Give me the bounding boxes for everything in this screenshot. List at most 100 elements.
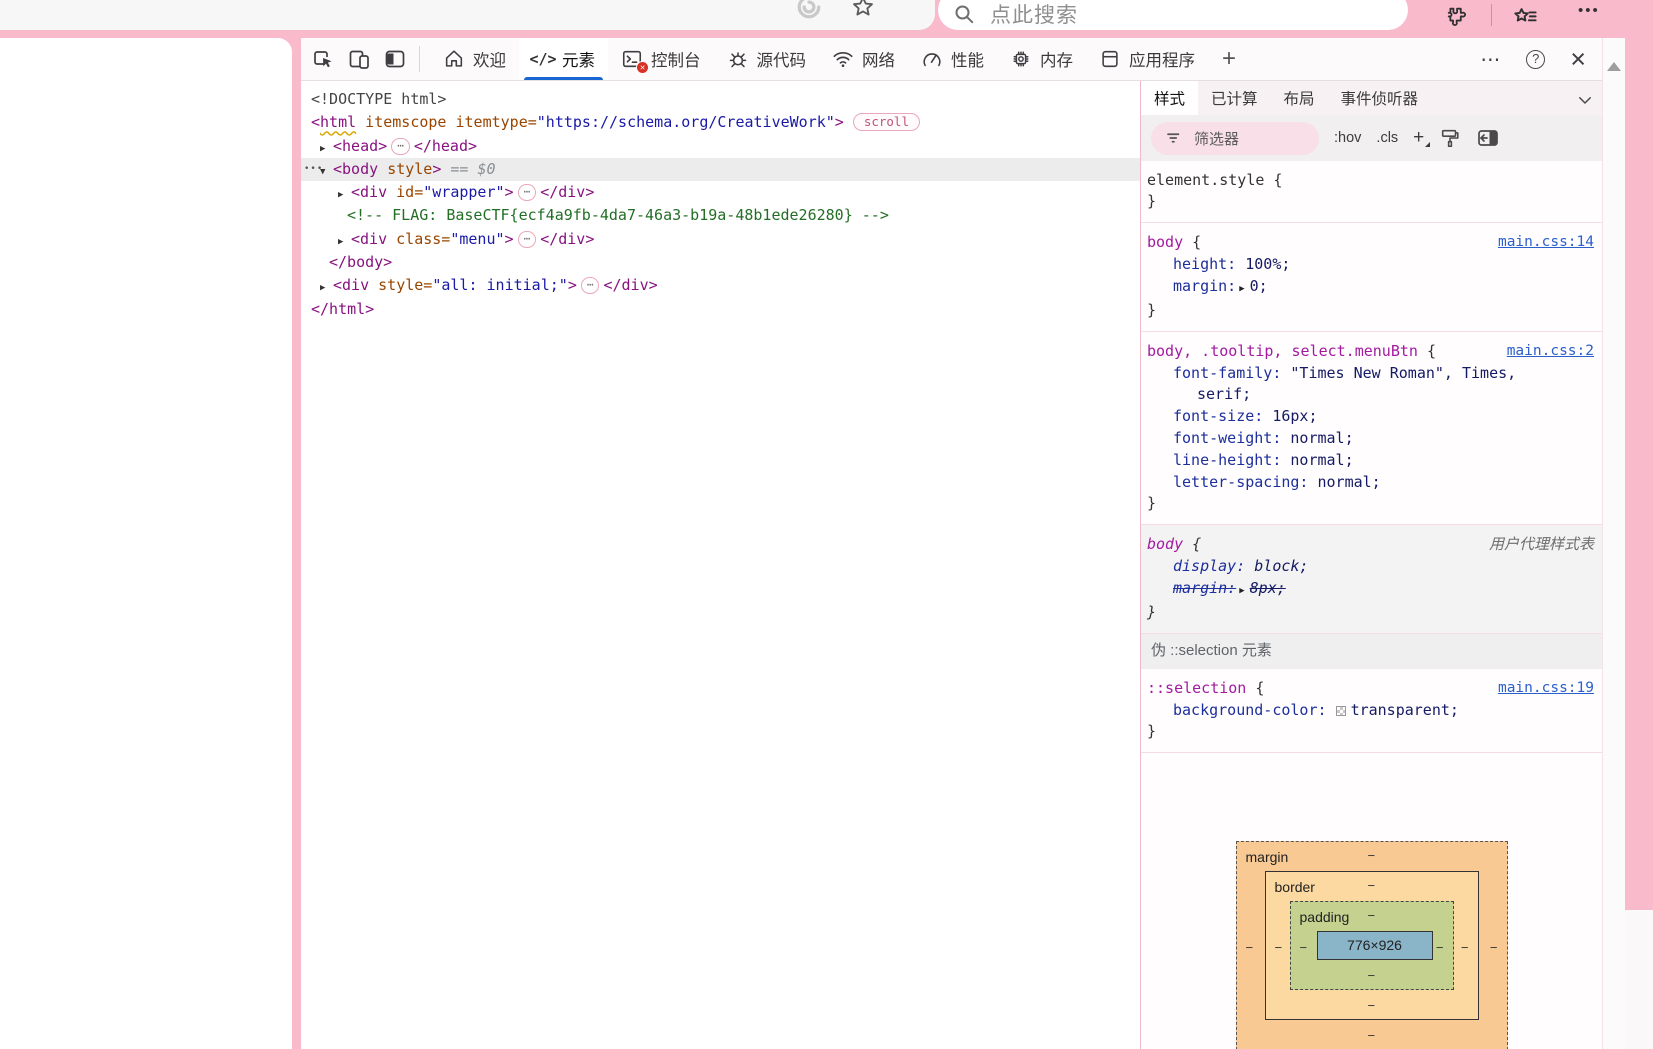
css-rule[interactable]: main.css:2 body, .tooltip, select.menuBtn… [1141,332,1602,525]
devtools-help-icon[interactable]: ? [1526,50,1545,69]
devtools-tab-memory[interactable]: 内存 [997,38,1086,80]
favorite-star-icon[interactable] [850,0,876,20]
padding-left-value[interactable]: − [1300,937,1308,958]
expand-inline-ellipsis[interactable]: ⋯ [581,277,600,294]
dom-node[interactable]: ▶<div class="menu">⋯</div> [301,228,1140,251]
dom-node[interactable]: ▶<head>⋯</head> [301,135,1140,158]
rendering-brush-icon[interactable] [1439,127,1461,149]
css-property[interactable]: margin:▶8px; [1147,578,1519,602]
dom-node-selected[interactable]: •••▼<body style> == $0 [301,158,1140,181]
address-bar[interactable] [0,0,935,30]
inspect-element-icon[interactable] [309,46,336,73]
toggle-class-button[interactable]: .cls [1376,130,1398,146]
extensions-puzzle-icon[interactable] [1441,4,1466,29]
devtools-tab-welcome[interactable]: 欢迎 [430,38,519,80]
stylesheet-link[interactable]: main.css:14 [1498,232,1594,253]
dom-node[interactable]: ▶<div style="all: initial;">⋯</div> [301,274,1140,297]
border-bottom-value[interactable]: − [1368,995,1376,1016]
css-property[interactable]: font-size: 16px; [1147,406,1519,427]
expand-inline-ellipsis[interactable]: ⋯ [518,184,537,201]
search-box[interactable]: 点此搜索 [938,0,1408,30]
padding-right-value[interactable]: − [1436,937,1444,958]
expand-inline-ellipsis[interactable]: ⋯ [518,231,537,248]
padding-top-value[interactable]: − [1368,905,1376,926]
box-model-margin[interactable]: margin − − − − border − − − − [1236,841,1508,1049]
scroll-up-arrow-icon[interactable] [1607,62,1621,71]
devtools-tab-network[interactable]: 网络 [819,38,908,80]
dom-node[interactable]: <html itemscope itemtype="https://schema… [301,111,1140,134]
css-rule[interactable]: main.css:14body {height: 100%;margin:▶0;… [1141,223,1602,332]
css-rule[interactable]: element.style {} [1141,161,1602,223]
css-property[interactable]: margin:▶0; [1147,276,1519,300]
box-model-content-size[interactable]: 776×926 [1317,931,1433,960]
css-property[interactable]: line-height: normal; [1147,450,1519,471]
css-property[interactable]: font-family: "Times New Roman", Times, s… [1147,363,1519,405]
dock-elements-icon[interactable] [1476,126,1500,150]
css-property[interactable]: height: 100%; [1147,254,1519,275]
margin-top-value[interactable]: − [1368,845,1376,866]
stylesheet-link[interactable]: main.css:2 [1507,341,1594,362]
devtools-more-icon[interactable]: ⋯ [1480,47,1501,72]
border-label: border [1275,877,1315,898]
expand-shorthand-icon[interactable]: ▶ [1239,586,1244,596]
css-rule[interactable]: 用户代理样式表body {display: block;margin:▶8px;… [1141,525,1602,634]
styles-tab[interactable]: 布局 [1271,81,1328,115]
devtools-tab-performance[interactable]: 性能 [908,38,997,80]
margin-right-value[interactable]: − [1490,937,1498,958]
color-swatch-transparent[interactable] [1336,706,1346,716]
code-token: <div [333,276,378,294]
toggle-hover-state-button[interactable]: :hov [1334,130,1361,146]
rule-selector: element.style [1147,171,1264,189]
new-style-rule-button[interactable]: + [1413,127,1424,149]
expand-inline-ellipsis[interactable]: ⋯ [391,138,410,155]
node-options-dots-icon[interactable]: ••• [304,158,323,181]
dock-side-icon[interactable] [381,46,408,73]
styles-tab[interactable]: 已计算 [1198,81,1271,115]
device-emulation-icon[interactable] [345,46,372,73]
scroll-badge[interactable]: scroll [853,113,920,131]
dom-node[interactable]: ▶<div id="wrapper">⋯</div> [301,181,1140,204]
style-filter-input[interactable]: 筛选器 [1151,122,1319,155]
box-model-diagram[interactable]: margin − − − − border − − − − [1236,841,1508,1049]
web-page-viewport[interactable] [0,38,292,1049]
code-token: </body> [329,253,392,271]
devtools-tab-sources[interactable]: 源代码 [714,38,820,80]
devtools-tab-application[interactable]: 应用程序 [1086,38,1208,80]
padding-bottom-value[interactable]: − [1368,965,1376,986]
css-property[interactable]: display: block; [1147,556,1519,577]
border-right-value[interactable]: − [1461,937,1469,958]
styles-tab[interactable]: 事件侦听器 [1328,81,1432,115]
dom-node[interactable]: </html> [301,298,1140,321]
dom-node[interactable]: </body> [301,251,1140,274]
expand-shorthand-icon[interactable]: ▶ [1239,284,1244,294]
styles-tab[interactable]: 样式 [1141,81,1198,115]
dom-node[interactable]: <!-- FLAG: BaseCTF{ecf4a9fb-4da7-46a3-b1… [301,204,1140,227]
collections-icon[interactable] [1512,4,1539,31]
rule-selector: body, .tooltip, select.menuBtn [1147,342,1418,360]
dom-node[interactable]: <!DOCTYPE html> [301,88,1140,111]
margin-left-value[interactable]: − [1246,937,1254,958]
margin-bottom-value[interactable]: − [1368,1025,1376,1046]
code-token: "wrapper" [423,183,504,201]
styles-scrollbar[interactable] [1602,38,1625,1049]
devtools-tab-console[interactable]: ✕控制台 [608,38,714,80]
css-rule[interactable]: main.css:19::selection {background-color… [1141,669,1602,753]
box-model-border[interactable]: border − − − − padding − − − [1265,871,1479,1020]
code-token: style [387,160,432,178]
dom-tree: <!DOCTYPE html><html itemscope itemtype=… [301,81,1140,1049]
refresh-swirl-icon[interactable] [796,0,822,20]
css-property[interactable]: letter-spacing: normal; [1147,472,1519,493]
user-agent-stylesheet-label: 用户代理样式表 [1489,534,1594,555]
stylesheet-link[interactable]: main.css:19 [1498,678,1594,699]
property-value: 100%; [1245,255,1290,273]
devtools-close-icon[interactable]: × [1570,49,1586,69]
chevron-down-icon[interactable] [1576,91,1594,109]
box-model-padding[interactable]: padding − − − − 776×926 [1290,901,1454,990]
border-left-value[interactable]: − [1275,937,1283,958]
border-top-value[interactable]: − [1368,875,1376,896]
css-property[interactable]: font-weight: normal; [1147,428,1519,449]
more-tabs-button[interactable]: + [1208,45,1250,73]
css-property[interactable]: background-color: transparent; [1147,700,1519,721]
devtools-tab-elements[interactable]: </>元素 [519,38,608,80]
browser-more-icon[interactable]: ••• [1578,2,1600,19]
